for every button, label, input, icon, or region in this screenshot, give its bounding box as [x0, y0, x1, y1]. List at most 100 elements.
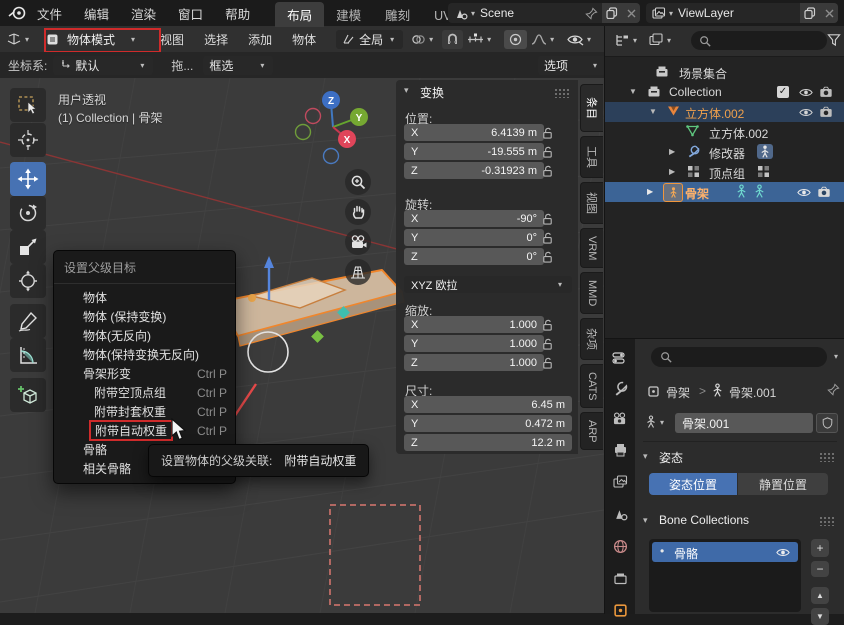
menu-help[interactable]: 帮助	[214, 4, 261, 23]
data-name-field[interactable]: 骨架.001	[675, 413, 813, 433]
outliner-row-collection[interactable]: ▼ Collection ✓	[605, 82, 844, 102]
outliner-filter-icon[interactable]: ▾	[649, 33, 674, 47]
menu-item-object-keep-transform[interactable]: 物体 (保持变换)	[54, 307, 235, 326]
tool-add-cube[interactable]	[10, 378, 46, 412]
pin-icon[interactable]	[581, 7, 602, 20]
eye-icon[interactable]	[797, 187, 811, 198]
expand-icon[interactable]: ▼	[629, 87, 637, 96]
armature-data-selector[interactable]: ▾	[645, 415, 667, 429]
panel-title[interactable]: 变换	[420, 84, 444, 101]
breadcrumb-object-icon[interactable]	[647, 385, 660, 398]
snap-with-dropdown[interactable]: ▾	[467, 33, 494, 46]
menu-add[interactable]: 添加	[238, 31, 282, 48]
tab-render[interactable]	[611, 409, 629, 427]
new-viewlayer-icon[interactable]	[800, 3, 820, 23]
tab-world[interactable]	[611, 537, 629, 555]
lock-open-icon[interactable]	[540, 124, 554, 141]
scene-name[interactable]: Scene	[480, 6, 514, 20]
tab-view-layer[interactable]	[611, 473, 629, 491]
breadcrumb-object[interactable]: 骨架	[666, 384, 690, 401]
viewlayer-icon[interactable]: ▾	[646, 7, 678, 20]
zoom-view-button[interactable]	[345, 169, 371, 195]
snap-target-dropdown[interactable]: ▾	[411, 33, 436, 46]
armature-data-icon[interactable]	[753, 184, 766, 199]
camera-icon[interactable]	[819, 86, 833, 98]
sidebar-tab-misc[interactable]: 杂项	[580, 318, 603, 360]
properties-search-input[interactable]	[651, 347, 827, 367]
tab-collection[interactable]	[611, 569, 629, 587]
rotation-mode-dropdown[interactable]: XYZ 欧拉▾	[404, 276, 572, 293]
dimensions-x-field[interactable]: X6.45 m	[404, 396, 572, 413]
tool-transform[interactable]	[10, 264, 46, 298]
lock-open-icon[interactable]	[540, 248, 554, 265]
camera-icon[interactable]	[817, 186, 831, 198]
blender-logo-icon[interactable]	[8, 5, 26, 21]
chevron-down-icon[interactable]: ▾	[834, 352, 838, 361]
sidebar-tab-mmd[interactable]: MMD	[580, 272, 603, 314]
pose-position-button[interactable]: 姿态位置	[649, 473, 737, 495]
menu-edit[interactable]: 编辑	[73, 4, 120, 23]
outliner-row-scene-collection[interactable]: 场景集合	[605, 62, 844, 82]
armature-modifier-badge-icon[interactable]	[757, 144, 773, 159]
expand-icon[interactable]: ▶	[669, 167, 675, 176]
tab-tool[interactable]	[611, 379, 629, 397]
mode-icon[interactable]	[46, 33, 59, 46]
outliner-row-modifiers[interactable]: ▶ 修改器	[605, 142, 844, 162]
rest-position-button[interactable]: 静置位置	[738, 473, 828, 495]
bone-collections-list[interactable]: • 骨骼	[649, 539, 801, 612]
menu-item-armature-deform[interactable]: 骨架形变Ctrl P	[54, 364, 235, 383]
collapse-icon[interactable]: ▾	[404, 85, 409, 96]
menu-item-envelope-weights[interactable]: 附带封套权重Ctrl P	[54, 402, 235, 421]
sidebar-tab-tool[interactable]: 工具	[580, 136, 603, 178]
editor-type-selector[interactable]: ▾	[6, 32, 32, 46]
breadcrumb-data-icon[interactable]	[711, 383, 724, 398]
outliner-row-vertex-groups[interactable]: ▶ 顶点组	[605, 162, 844, 182]
expand-icon[interactable]: ▶	[647, 187, 653, 196]
editor-type-selector[interactable]	[611, 349, 629, 367]
options-dropdown[interactable]: 选项 ▾	[538, 56, 606, 75]
menu-item-object-keep-transform-no-inverse[interactable]: 物体(保持变换无反向)	[54, 345, 235, 364]
menu-item-object[interactable]: 物体	[54, 288, 235, 307]
lock-open-icon[interactable]	[540, 143, 554, 160]
bone-collection-row[interactable]: • 骨骼	[652, 542, 798, 562]
expand-icon[interactable]: ▼	[649, 107, 657, 116]
tab-object[interactable]	[611, 601, 629, 619]
mode-dropdown[interactable]: 物体模式	[67, 31, 115, 48]
pose-icon[interactable]	[735, 184, 748, 199]
sidebar-tab-arp[interactable]: ARP	[580, 412, 603, 450]
menu-view[interactable]: 视图	[150, 31, 194, 48]
expand-icon[interactable]: ▶	[669, 147, 675, 156]
rotation-y-field[interactable]: Y0°	[404, 229, 544, 246]
tab-output[interactable]	[611, 441, 629, 459]
remove-viewlayer-icon[interactable]	[820, 3, 838, 23]
proportional-falloff-dropdown[interactable]: ▾	[531, 33, 557, 46]
menu-item-empty-groups[interactable]: 附带空顶点组Ctrl P	[54, 383, 235, 402]
tool-select-box[interactable]	[10, 88, 46, 122]
workspace-tab-layout[interactable]: 布局	[275, 2, 324, 27]
pin-icon[interactable]	[827, 383, 840, 396]
menu-item-object-no-inverse[interactable]: 物体(无反向)	[54, 326, 235, 345]
lock-open-icon[interactable]	[540, 335, 554, 352]
proportional-editing-toggle[interactable]	[504, 30, 527, 49]
breadcrumb-data[interactable]: 骨架.001	[729, 384, 776, 401]
location-z-field[interactable]: Z-0.31923 m	[404, 162, 544, 179]
3d-viewport[interactable]: Z Y X 用户透视 (1) Collection | 骨架 ▾ 变换 位置: …	[0, 78, 604, 613]
outliner-row-cube-object[interactable]: ▼ 立方体.002	[605, 102, 844, 122]
pan-view-button[interactable]	[345, 199, 371, 225]
location-y-field[interactable]: Y-19.555 m	[404, 143, 544, 160]
rotation-z-field[interactable]: Z0°	[404, 248, 544, 265]
tool-move[interactable]	[10, 162, 46, 196]
scene-icon[interactable]: ▾	[448, 7, 480, 20]
location-x-field[interactable]: X6.4139 m	[404, 124, 544, 141]
sidebar-tab-cats[interactable]: CATS	[580, 364, 603, 408]
camera-icon[interactable]	[819, 106, 833, 118]
lock-open-icon[interactable]	[540, 354, 554, 371]
menu-select[interactable]: 选择	[194, 31, 238, 48]
unlink-scene-icon[interactable]	[622, 3, 640, 23]
lock-open-icon[interactable]	[540, 210, 554, 227]
scale-x-field[interactable]: X1.000	[404, 316, 544, 333]
viewlayer-name[interactable]: ViewLayer	[678, 6, 734, 20]
pose-section-header[interactable]: ▾ 姿态	[635, 447, 844, 467]
scale-y-field[interactable]: Y1.000	[404, 335, 544, 352]
scale-z-field[interactable]: Z1.000	[404, 354, 544, 371]
